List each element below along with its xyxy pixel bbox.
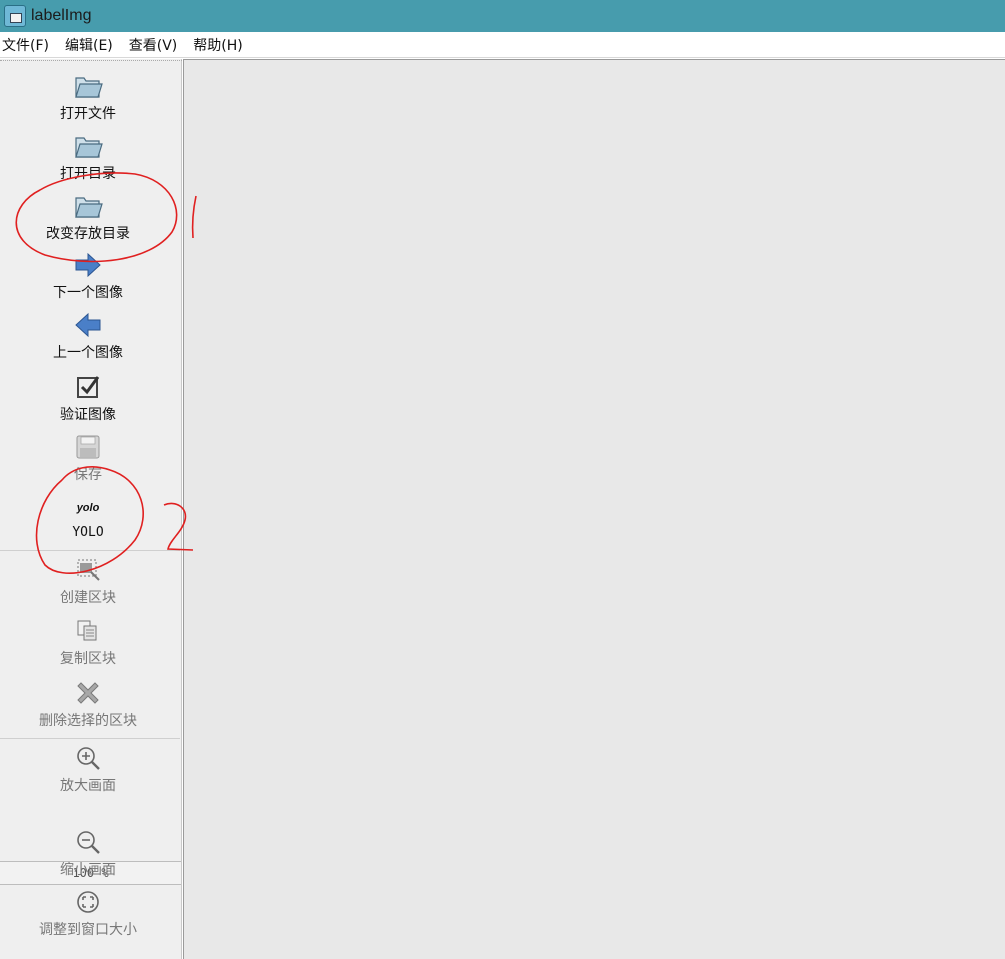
yolo-icon-text: yolo bbox=[76, 502, 100, 514]
menu-bar: 文件(F) 编辑(E) 查看(V) 帮助(H) bbox=[0, 32, 1005, 58]
prev-image-label: 上一个图像 bbox=[53, 345, 123, 361]
verify-image-button[interactable]: 验证图像 bbox=[0, 372, 176, 424]
zoom-in-label: 放大画面 bbox=[60, 778, 116, 794]
toolbar-separator bbox=[0, 550, 180, 551]
zoom-out-label: 缩小画面 bbox=[60, 862, 116, 878]
fit-window-label: 调整到窗口大小 bbox=[39, 922, 137, 938]
menu-file[interactable]: 文件(F) bbox=[0, 35, 57, 55]
toolbar: 打开文件 打开目录 改变存放目录 下一个图像 上一个图像 验证图像 保存 yol… bbox=[0, 59, 182, 959]
copy-box-label: 复制区块 bbox=[60, 651, 116, 667]
verify-image-label: 验证图像 bbox=[60, 407, 116, 423]
fit-window-button[interactable]: 调整到窗口大小 bbox=[0, 887, 176, 939]
menu-help[interactable]: 帮助(H) bbox=[191, 35, 250, 55]
change-save-dir-button[interactable]: 改变存放目录 bbox=[0, 191, 176, 243]
app-icon bbox=[4, 5, 26, 27]
delete-box-label: 删除选择的区块 bbox=[39, 713, 137, 729]
create-box-icon bbox=[73, 555, 103, 585]
folder-icon bbox=[73, 131, 103, 161]
arrow-right-icon bbox=[73, 250, 103, 280]
next-image-label: 下一个图像 bbox=[53, 285, 123, 301]
format-yolo-button[interactable]: yolo YOLO bbox=[0, 493, 176, 540]
open-dir-button[interactable]: 打开目录 bbox=[0, 131, 176, 183]
format-label: YOLO bbox=[72, 525, 104, 540]
fit-window-icon bbox=[73, 887, 103, 917]
title-bar: labelImg bbox=[0, 0, 1005, 32]
save-label: 保存 bbox=[74, 467, 102, 483]
next-image-button[interactable]: 下一个图像 bbox=[0, 250, 176, 302]
arrow-left-icon bbox=[73, 310, 103, 340]
delete-box-button[interactable]: 删除选择的区块 bbox=[0, 678, 176, 730]
folder-icon bbox=[73, 71, 103, 101]
yolo-icon: yolo bbox=[73, 493, 103, 523]
open-file-label: 打开文件 bbox=[60, 106, 116, 122]
save-button[interactable]: 保存 bbox=[0, 432, 176, 484]
toolbar-separator bbox=[0, 738, 180, 739]
delete-x-icon bbox=[73, 678, 103, 708]
copy-icon bbox=[73, 616, 103, 646]
create-box-label: 创建区块 bbox=[60, 590, 116, 606]
window-title: labelImg bbox=[31, 7, 92, 24]
checkbox-icon bbox=[73, 372, 103, 402]
image-canvas[interactable] bbox=[183, 59, 1005, 959]
prev-image-button[interactable]: 上一个图像 bbox=[0, 310, 176, 362]
open-file-button[interactable]: 打开文件 bbox=[0, 71, 176, 123]
zoom-out-button[interactable]: 缩小画面 bbox=[0, 827, 176, 879]
open-dir-label: 打开目录 bbox=[60, 166, 116, 182]
folder-icon bbox=[73, 191, 103, 221]
copy-box-button[interactable]: 复制区块 bbox=[0, 616, 176, 668]
change-save-dir-label: 改变存放目录 bbox=[46, 226, 130, 242]
floppy-icon bbox=[73, 432, 103, 462]
menu-view[interactable]: 查看(V) bbox=[127, 35, 186, 55]
zoom-out-icon bbox=[73, 827, 103, 857]
create-box-button[interactable]: 创建区块 bbox=[0, 555, 176, 607]
menu-edit[interactable]: 编辑(E) bbox=[63, 35, 121, 55]
zoom-in-button[interactable]: 放大画面 bbox=[0, 743, 176, 795]
zoom-in-icon bbox=[73, 743, 103, 773]
